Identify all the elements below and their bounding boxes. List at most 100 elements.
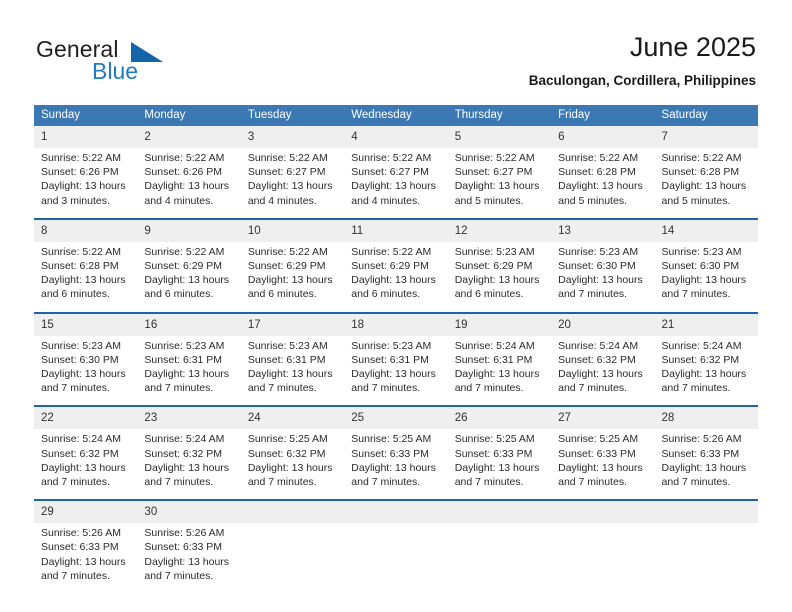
day-number: 12 (447, 219, 552, 242)
daylight-duration-line2: and 4 minutes. (351, 194, 421, 207)
daylight-duration-line1: Daylight: 13 hours (454, 368, 540, 381)
day-number: 24 (240, 407, 345, 430)
calendar-day-cell[interactable]: 8 Sunrise: 5:22 AM Sunset: 6:28 PM Daylight… (34, 217, 138, 313)
day-cell-body: Sunrise: 5:24 AM Sunset: 6:32 PM Daylight:… (654, 335, 758, 406)
calendar-day-cell[interactable] (447, 499, 552, 594)
daylight-duration-line2: and 7 minutes. (661, 382, 731, 395)
day-cell-body: Sunrise: 5:24 AM Sunset: 6:32 PM Daylight:… (34, 429, 138, 500)
daylight-duration-line2: and 6 minutes. (247, 288, 317, 301)
general-blue-logo[interactable]: General Blue (36, 36, 216, 92)
day-number: 19 (447, 313, 552, 336)
daylight-duration-line1: Daylight: 13 hours (247, 180, 333, 193)
calendar-day-cell[interactable]: 17 Sunrise: 5:23 AM Sunset: 6:31 PM Dayligh… (240, 311, 345, 407)
day-cell-body (344, 523, 448, 586)
sunrise-time: Sunrise: 5:24 AM (454, 339, 535, 352)
sunset-time: Sunset: 6:31 PM (454, 353, 533, 366)
daylight-duration-line2: and 7 minutes. (247, 382, 317, 395)
day-cell-body: Sunrise: 5:22 AM Sunset: 6:29 PM Daylight:… (137, 241, 241, 312)
daylight-duration-line2: and 4 minutes. (247, 194, 317, 207)
sunset-time: Sunset: 6:29 PM (454, 260, 533, 273)
sunrise-time: Sunrise: 5:24 AM (558, 339, 639, 352)
day-cell-body: Sunrise: 5:23 AM Sunset: 6:31 PM Daylight:… (344, 335, 448, 406)
sunset-time: Sunset: 6:32 PM (41, 447, 119, 460)
calendar-day-cell[interactable] (654, 499, 758, 594)
day-cell-body: Sunrise: 5:26 AM Sunset: 6:33 PM Daylight:… (654, 429, 758, 500)
calendar-day-cell[interactable]: 3 Sunrise: 5:22 AM Sunset: 6:27 PM Daylight… (240, 126, 345, 219)
sunset-time: Sunset: 6:32 PM (558, 353, 636, 366)
day-cell-body: Sunrise: 5:22 AM Sunset: 6:28 PM Daylight:… (551, 148, 655, 218)
page-header: General Blue June 2025 Baculongan, Cordi… (0, 0, 792, 100)
calendar-day-cell[interactable]: 23 Sunrise: 5:24 AM Sunset: 6:32 PM Dayligh… (137, 405, 241, 501)
daylight-duration-line2: and 7 minutes. (558, 288, 627, 301)
calendar-day-cell[interactable]: 29 Sunrise: 5:26 AM Sunset: 6:33 PM Dayligh… (34, 499, 138, 594)
calendar-day-cell[interactable]: 18 Sunrise: 5:23 AM Sunset: 6:31 PM Dayligh… (344, 311, 448, 407)
sunrise-time: Sunrise: 5:25 AM (454, 433, 535, 446)
calendar-day-cell[interactable]: 2 Sunrise: 5:22 AM Sunset: 6:26 PM Daylight… (137, 126, 241, 219)
day-cell-body: Sunrise: 5:22 AM Sunset: 6:28 PM Daylight:… (654, 148, 758, 218)
daylight-duration-line2: and 7 minutes. (41, 569, 110, 582)
calendar-day-cell[interactable]: 4 Sunrise: 5:22 AM Sunset: 6:27 PM Daylight… (344, 126, 448, 219)
calendar-day-cell[interactable]: 6 Sunrise: 5:22 AM Sunset: 6:28 PM Daylight… (551, 126, 655, 219)
sunset-time: Sunset: 6:30 PM (661, 260, 740, 273)
day-cell-body: Sunrise: 5:25 AM Sunset: 6:33 PM Daylight:… (551, 429, 655, 500)
sunset-time: Sunset: 6:32 PM (144, 447, 223, 460)
daylight-duration-line2: and 7 minutes. (661, 476, 731, 489)
location-subtitle: Baculongan, Cordillera, Philippines (528, 73, 756, 88)
calendar-day-cell[interactable]: 11 Sunrise: 5:22 AM Sunset: 6:29 PM Dayligh… (344, 217, 448, 313)
day-cell-body: Sunrise: 5:22 AM Sunset: 6:27 PM Daylight:… (240, 148, 345, 218)
day-number: 1 (34, 126, 138, 148)
calendar-day-cell[interactable]: 1 Sunrise: 5:22 AM Sunset: 6:26 PM Daylight… (34, 126, 138, 219)
calendar-day-cell[interactable]: 30 Sunrise: 5:26 AM Sunset: 6:33 PM Dayligh… (137, 499, 241, 594)
calendar-day-cell[interactable]: 22 Sunrise: 5:24 AM Sunset: 6:32 PM Dayligh… (34, 405, 138, 501)
daylight-duration-line1: Daylight: 13 hours (351, 274, 436, 287)
day-cell-body: Sunrise: 5:22 AM Sunset: 6:29 PM Daylight:… (344, 241, 448, 312)
day-cell-body: Sunrise: 5:23 AM Sunset: 6:31 PM Daylight:… (240, 335, 345, 406)
sunrise-sunset-calendar: Sunday Monday Tuesday Wednesday Thursday… (34, 105, 758, 594)
calendar-day-cell[interactable]: 14 Sunrise: 5:23 AM Sunset: 6:30 PM Dayligh… (654, 217, 758, 313)
day-cell-body: Sunrise: 5:22 AM Sunset: 6:27 PM Daylight:… (344, 148, 448, 218)
day-number: 22 (34, 407, 138, 430)
daylight-duration-line1: Daylight: 13 hours (41, 180, 126, 193)
day-number: 5 (447, 126, 552, 148)
calendar-day-cell[interactable]: 15 Sunrise: 5:23 AM Sunset: 6:30 PM Dayligh… (34, 311, 138, 407)
daylight-duration-line1: Daylight: 13 hours (144, 180, 230, 193)
calendar-week-row: 22 Sunrise: 5:24 AM Sunset: 6:32 PM Dayligh… (34, 405, 758, 501)
calendar-day-cell[interactable]: 28 Sunrise: 5:26 AM Sunset: 6:33 PM Dayligh… (654, 405, 758, 501)
daylight-duration-line1: Daylight: 13 hours (144, 555, 230, 568)
calendar-day-cell[interactable]: 25 Sunrise: 5:25 AM Sunset: 6:33 PM Dayligh… (344, 405, 448, 501)
day-cell-body (447, 523, 552, 586)
daylight-duration-line1: Daylight: 13 hours (454, 274, 540, 287)
calendar-day-cell[interactable]: 12 Sunrise: 5:23 AM Sunset: 6:29 PM Dayligh… (447, 217, 552, 313)
calendar-day-cell[interactable]: 21 Sunrise: 5:24 AM Sunset: 6:32 PM Dayligh… (654, 311, 758, 407)
calendar-day-cell[interactable]: 26 Sunrise: 5:25 AM Sunset: 6:33 PM Dayligh… (447, 405, 552, 501)
daylight-duration-line2: and 7 minutes. (41, 382, 110, 395)
daylight-duration-line2: and 7 minutes. (558, 382, 627, 395)
day-number: 9 (137, 219, 241, 242)
calendar-day-cell[interactable] (240, 499, 345, 594)
calendar-day-cell[interactable]: 20 Sunrise: 5:24 AM Sunset: 6:32 PM Dayligh… (551, 311, 655, 407)
day-cell-body: Sunrise: 5:22 AM Sunset: 6:26 PM Daylight:… (34, 148, 138, 218)
calendar-day-cell[interactable]: 7 Sunrise: 5:22 AM Sunset: 6:28 PM Daylight… (654, 126, 758, 219)
day-cell-body: Sunrise: 5:26 AM Sunset: 6:33 PM Daylight:… (137, 523, 241, 594)
daylight-duration-line1: Daylight: 13 hours (558, 368, 643, 381)
calendar-day-cell[interactable]: 16 Sunrise: 5:23 AM Sunset: 6:31 PM Dayligh… (137, 311, 241, 407)
calendar-day-cell[interactable]: 27 Sunrise: 5:25 AM Sunset: 6:33 PM Dayligh… (551, 405, 655, 501)
calendar-day-cell[interactable]: 5 Sunrise: 5:22 AM Sunset: 6:27 PM Daylight… (447, 126, 552, 219)
sunset-time: Sunset: 6:27 PM (454, 166, 533, 179)
calendar-day-cell[interactable]: 10 Sunrise: 5:22 AM Sunset: 6:29 PM Dayligh… (240, 217, 345, 313)
day-number (447, 501, 552, 524)
sunset-time: Sunset: 6:28 PM (41, 260, 119, 273)
calendar-day-cell[interactable]: 9 Sunrise: 5:22 AM Sunset: 6:29 PM Daylight… (137, 217, 241, 313)
daylight-duration-line1: Daylight: 13 hours (454, 461, 540, 474)
calendar-day-cell[interactable] (344, 499, 448, 594)
day-number: 28 (654, 407, 758, 430)
daylight-duration-line1: Daylight: 13 hours (661, 180, 747, 193)
calendar-day-cell[interactable]: 19 Sunrise: 5:24 AM Sunset: 6:31 PM Dayligh… (447, 311, 552, 407)
day-cell-body: Sunrise: 5:25 AM Sunset: 6:33 PM Daylight:… (344, 429, 448, 500)
calendar-day-cell[interactable]: 24 Sunrise: 5:25 AM Sunset: 6:32 PM Dayligh… (240, 405, 345, 501)
daylight-duration-line1: Daylight: 13 hours (144, 461, 230, 474)
day-cell-body: Sunrise: 5:24 AM Sunset: 6:32 PM Daylight:… (551, 335, 655, 406)
calendar-day-cell[interactable] (551, 499, 655, 594)
calendar-day-cell[interactable]: 13 Sunrise: 5:23 AM Sunset: 6:30 PM Dayligh… (551, 217, 655, 313)
weekday-header-wednesday: Wednesday (344, 105, 448, 126)
